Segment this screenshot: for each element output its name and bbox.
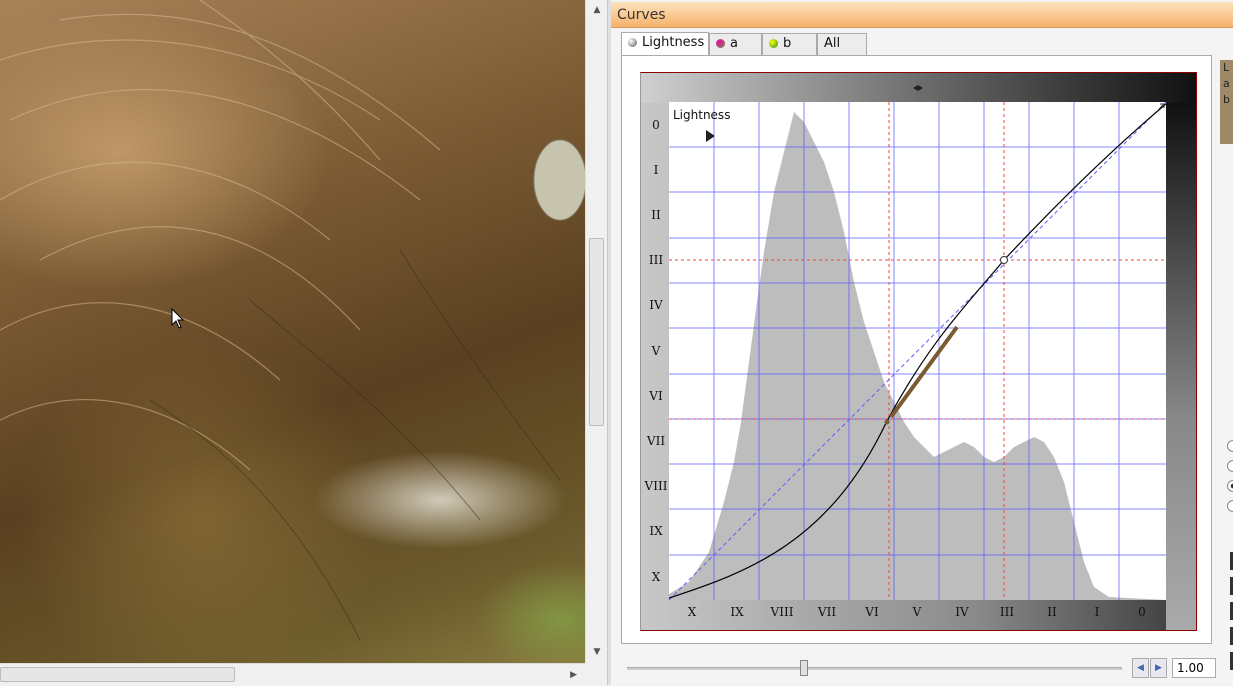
zoom-value-field[interactable]: 1.00	[1172, 658, 1216, 678]
y-zone-label: IX	[649, 524, 663, 538]
x-zone-label: VIII	[770, 605, 794, 619]
tab-label: Lightness	[642, 35, 705, 50]
tab-label: a	[730, 36, 738, 51]
x-zone-label: IV	[955, 605, 969, 619]
zoom-increase-icon[interactable]: ▶	[1150, 658, 1167, 678]
curve-control-point[interactable]	[884, 419, 890, 425]
x-zone-label: VI	[865, 605, 879, 619]
horizontal-scrollbar[interactable]: ▶	[0, 663, 585, 685]
channel-label: Lightness	[673, 108, 731, 122]
tab-b[interactable]: b	[762, 33, 817, 55]
zoom-decrease-icon[interactable]: ◀	[1132, 658, 1149, 678]
tab-a[interactable]: a	[709, 33, 762, 55]
y-zone-label: VIII	[644, 479, 668, 493]
zoom-slider-thumb[interactable]	[800, 660, 809, 676]
curve-drag-segment[interactable]	[889, 325, 959, 419]
y-zone-label: III	[648, 253, 664, 267]
x-zone-label: III	[999, 605, 1015, 619]
panel-title-bar: Curves	[611, 2, 1233, 28]
scroll-corner	[585, 663, 607, 685]
curve-control-point[interactable]	[1000, 256, 1008, 264]
scroll-up-icon[interactable]: ▲	[586, 0, 608, 20]
color-values-card: L a b	[1220, 60, 1233, 144]
x-zone-label: VII	[817, 605, 837, 619]
input-gradient-bar	[1166, 103, 1196, 630]
tab-label: b	[783, 36, 792, 51]
y-zone-label: VI	[649, 389, 663, 403]
b-channel-dot-icon	[769, 39, 778, 48]
side-card-line: L	[1223, 61, 1230, 74]
tab-lightness[interactable]: Lightness	[621, 32, 709, 56]
mouse-cursor-icon	[171, 308, 185, 329]
y-zone-label: II	[651, 208, 661, 222]
zoom-slider-track[interactable]	[627, 667, 1122, 670]
option-radio[interactable]	[1227, 480, 1233, 492]
ear-tag	[533, 139, 585, 221]
x-zone-label: II	[1047, 605, 1057, 619]
tab-all[interactable]: All	[817, 33, 867, 55]
curve-canvas[interactable]	[668, 101, 1167, 601]
horizontal-scroll-thumb[interactable]	[0, 667, 235, 682]
option-radio[interactable]	[1227, 440, 1233, 452]
y-zone-label: 0	[652, 118, 660, 132]
x-zone-label: IX	[730, 605, 744, 619]
histogram	[669, 112, 1166, 600]
tab-label: All	[824, 36, 841, 51]
lightness-dot-icon	[628, 38, 637, 47]
y-zone-label: I	[653, 163, 659, 177]
y-zone-label: V	[651, 344, 661, 358]
vertical-scrollbar[interactable]: ▲ ▼	[585, 0, 607, 663]
side-card-line: b	[1223, 93, 1230, 106]
eye-dropper-marker-icon[interactable]	[912, 84, 924, 92]
zoom-slider-row: ◀ ▶ 1.00	[621, 656, 1233, 680]
a-channel-dot-icon	[716, 39, 725, 48]
y-zone-label: VII	[646, 434, 666, 448]
image-preview[interactable]	[0, 0, 585, 663]
scroll-down-icon[interactable]: ▼	[586, 642, 608, 662]
x-zone-label: 0	[1138, 605, 1146, 619]
curve-graph[interactable]: Lightness	[668, 101, 1167, 601]
scroll-right-icon[interactable]: ▶	[570, 664, 577, 686]
x-zone-label: V	[912, 605, 922, 619]
x-zone-label: I	[1094, 605, 1100, 619]
y-zone-label: X	[651, 570, 661, 584]
y-zone-label: IV	[649, 298, 663, 312]
side-card-line: a	[1223, 77, 1230, 90]
option-radio[interactable]	[1227, 500, 1233, 512]
hair-texture	[0, 0, 585, 641]
panel-title: Curves	[617, 7, 666, 23]
x-zone-label: X	[687, 605, 697, 619]
vertical-scroll-thumb[interactable]	[589, 238, 604, 426]
curves-panel: Curves Lightness a b All 0 I II III IV V…	[611, 0, 1233, 685]
option-radio[interactable]	[1227, 460, 1233, 472]
